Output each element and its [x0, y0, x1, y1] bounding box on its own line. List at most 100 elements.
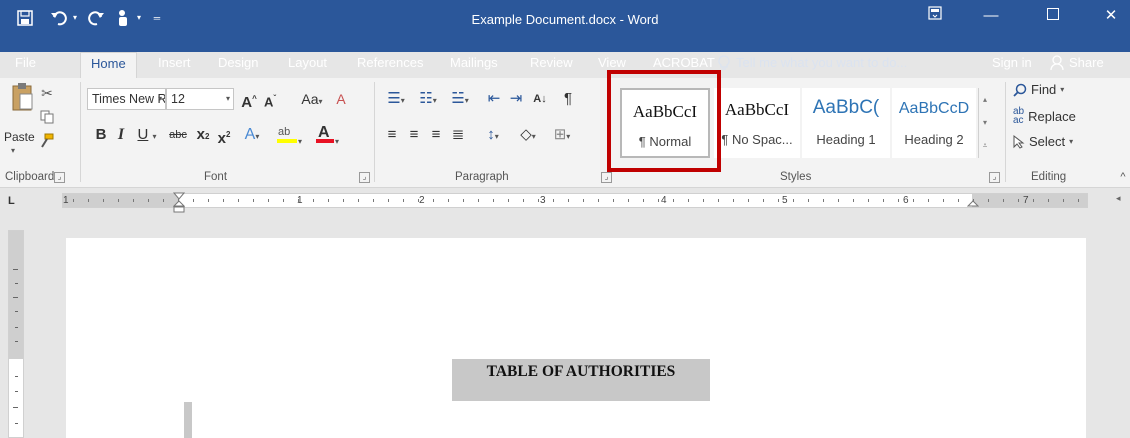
selection-bar: [184, 402, 192, 438]
vertical-ruler-margin: [9, 231, 23, 359]
text-effects-icon[interactable]: A▾: [238, 124, 266, 146]
multilevel-list-icon[interactable]: ☱▾: [446, 88, 474, 110]
font-launcher-icon[interactable]: ⌟: [359, 172, 370, 183]
style-heading-2[interactable]: AaBbCcD Heading 2: [892, 88, 976, 158]
minimize-button[interactable]: —: [968, 4, 1014, 28]
align-center-icon[interactable]: ≡: [404, 124, 424, 146]
cut-icon[interactable]: ✂: [38, 84, 56, 102]
collapse-ribbon-icon[interactable]: ^: [1114, 168, 1130, 186]
tab-review[interactable]: Review: [528, 52, 575, 78]
clipboard-launcher-icon[interactable]: ⌟: [54, 172, 65, 183]
line-spacing-icon[interactable]: ↕▾: [478, 124, 508, 146]
copy-icon[interactable]: [38, 108, 56, 126]
tell-me-search[interactable]: Tell me what you want to do...: [718, 52, 907, 74]
font-group-label: Font: [204, 171, 228, 183]
right-indent-marker[interactable]: [966, 192, 980, 214]
tab-layout[interactable]: Layout: [286, 52, 329, 78]
tab-home[interactable]: Home: [80, 52, 137, 79]
style-no-spacing[interactable]: AaBbCcI ¶ No Spac...: [714, 88, 800, 158]
ribbon-display-options-icon[interactable]: [912, 4, 958, 28]
cursor-arrow-icon: [1013, 134, 1025, 149]
select-button[interactable]: Select ▾: [1013, 134, 1073, 149]
decrease-indent-icon[interactable]: ⇤: [484, 88, 504, 110]
align-left-icon[interactable]: ≡: [382, 124, 402, 146]
increase-indent-icon[interactable]: ⇥: [506, 88, 526, 110]
ruler-tick: [523, 199, 524, 202]
highlight-color-icon[interactable]: ab ▾: [271, 122, 307, 146]
vertical-ruler[interactable]: [8, 230, 24, 438]
show-formatting-icon[interactable]: ¶: [560, 88, 576, 110]
justify-icon[interactable]: ≣: [448, 124, 468, 146]
normal-style-highlight: [607, 70, 721, 172]
italic-button[interactable]: I: [114, 124, 128, 146]
ruler-tick: [268, 199, 269, 202]
format-painter-icon[interactable]: [38, 132, 56, 150]
more-styles-icon[interactable]: ⩡: [979, 134, 991, 157]
ruler-tick: [763, 199, 764, 202]
ruler-number: 7: [1023, 195, 1029, 206]
change-case-button[interactable]: Aa▾: [297, 88, 327, 110]
ruler-tick: [973, 199, 974, 202]
shading-icon[interactable]: ◇▾: [514, 124, 542, 146]
sign-in-link[interactable]: Sign in: [992, 52, 1032, 74]
replace-button[interactable]: ab ac Replace: [1013, 106, 1076, 126]
left-indent-marker[interactable]: [172, 192, 186, 214]
ruler-tick: [15, 341, 18, 342]
ruler-tick: [478, 199, 479, 202]
chevron-down-icon[interactable]: ▾: [226, 89, 230, 109]
title-bar: ▾ ▾ ═ Example Document.docx - Word — ✕: [0, 0, 1130, 52]
paste-dropdown-icon[interactable]: ▾: [11, 146, 15, 155]
ruler-tick: [253, 199, 254, 202]
subscript-button[interactable]: x2: [194, 124, 212, 146]
font-name-box[interactable]: Times New R ▾: [87, 88, 166, 110]
styles-launcher-icon[interactable]: ⌟: [989, 172, 1000, 183]
ruler-tick: [433, 199, 434, 202]
chevron-down-icon: ▾: [1060, 85, 1065, 94]
paste-button[interactable]: Paste ▾: [4, 82, 36, 162]
borders-icon[interactable]: ⊞▾: [546, 124, 578, 146]
style-sample: AaBbCcD: [898, 100, 970, 117]
ruler-tick: [703, 199, 704, 202]
style-heading-1[interactable]: AaBbC( Heading 1: [802, 88, 890, 158]
numbering-icon[interactable]: ☷▾: [414, 88, 442, 110]
scroll-up-icon[interactable]: ◂: [1116, 193, 1121, 204]
close-button[interactable]: ✕: [1088, 4, 1130, 28]
tab-design[interactable]: Design: [216, 52, 260, 78]
vertical-scrollbar[interactable]: ◂: [1112, 189, 1130, 438]
font-color-icon[interactable]: A ▾: [310, 122, 344, 146]
horizontal-ruler[interactable]: 1 1 2 3 4 5 6 7: [62, 192, 1088, 213]
ruler-tick: [688, 199, 689, 202]
share-button[interactable]: Share: [1050, 52, 1104, 74]
document-page[interactable]: TABLE OF AUTHORITIES: [66, 238, 1086, 438]
svg-text:A: A: [318, 124, 330, 141]
grow-font-icon[interactable]: A^: [240, 88, 258, 111]
styles-gallery-scroll[interactable]: ▴ ▾ ⩡: [978, 88, 991, 158]
bold-button[interactable]: B: [94, 124, 108, 146]
font-size-box[interactable]: 12 ▾: [166, 88, 234, 110]
chevron-down-icon[interactable]: ▾: [158, 89, 162, 109]
ruler-tick: [163, 199, 164, 202]
align-right-icon[interactable]: ≡: [426, 124, 446, 146]
tab-references[interactable]: References: [355, 52, 425, 78]
clear-formatting-icon[interactable]: A: [332, 88, 350, 110]
tab-selector-icon[interactable]: L: [8, 194, 22, 208]
maximize-button[interactable]: [1030, 4, 1076, 28]
bullets-icon[interactable]: ☰▾: [382, 88, 410, 110]
tab-insert[interactable]: Insert: [156, 52, 193, 78]
shrink-font-icon[interactable]: Aˇ: [262, 88, 278, 110]
ruler-tick: [358, 199, 359, 202]
underline-button[interactable]: U ▾: [134, 124, 160, 146]
paragraph-launcher-icon[interactable]: ⌟: [601, 172, 612, 183]
strikethrough-button[interactable]: abc: [164, 124, 192, 146]
replace-icon: ab ac: [1013, 106, 1025, 126]
tab-mailings[interactable]: Mailings: [448, 52, 500, 78]
ruler-tick: [493, 199, 494, 202]
sort-icon[interactable]: A↓: [530, 88, 550, 110]
find-button[interactable]: Find ▾: [1013, 82, 1064, 97]
superscript-button[interactable]: x2: [215, 124, 233, 147]
chevron-down-icon[interactable]: ▾: [979, 111, 991, 134]
chevron-up-icon[interactable]: ▴: [979, 88, 991, 111]
ruler-tick: [13, 269, 18, 270]
clipboard-group-label: Clipboard: [5, 171, 55, 183]
tab-file[interactable]: File: [13, 52, 38, 78]
